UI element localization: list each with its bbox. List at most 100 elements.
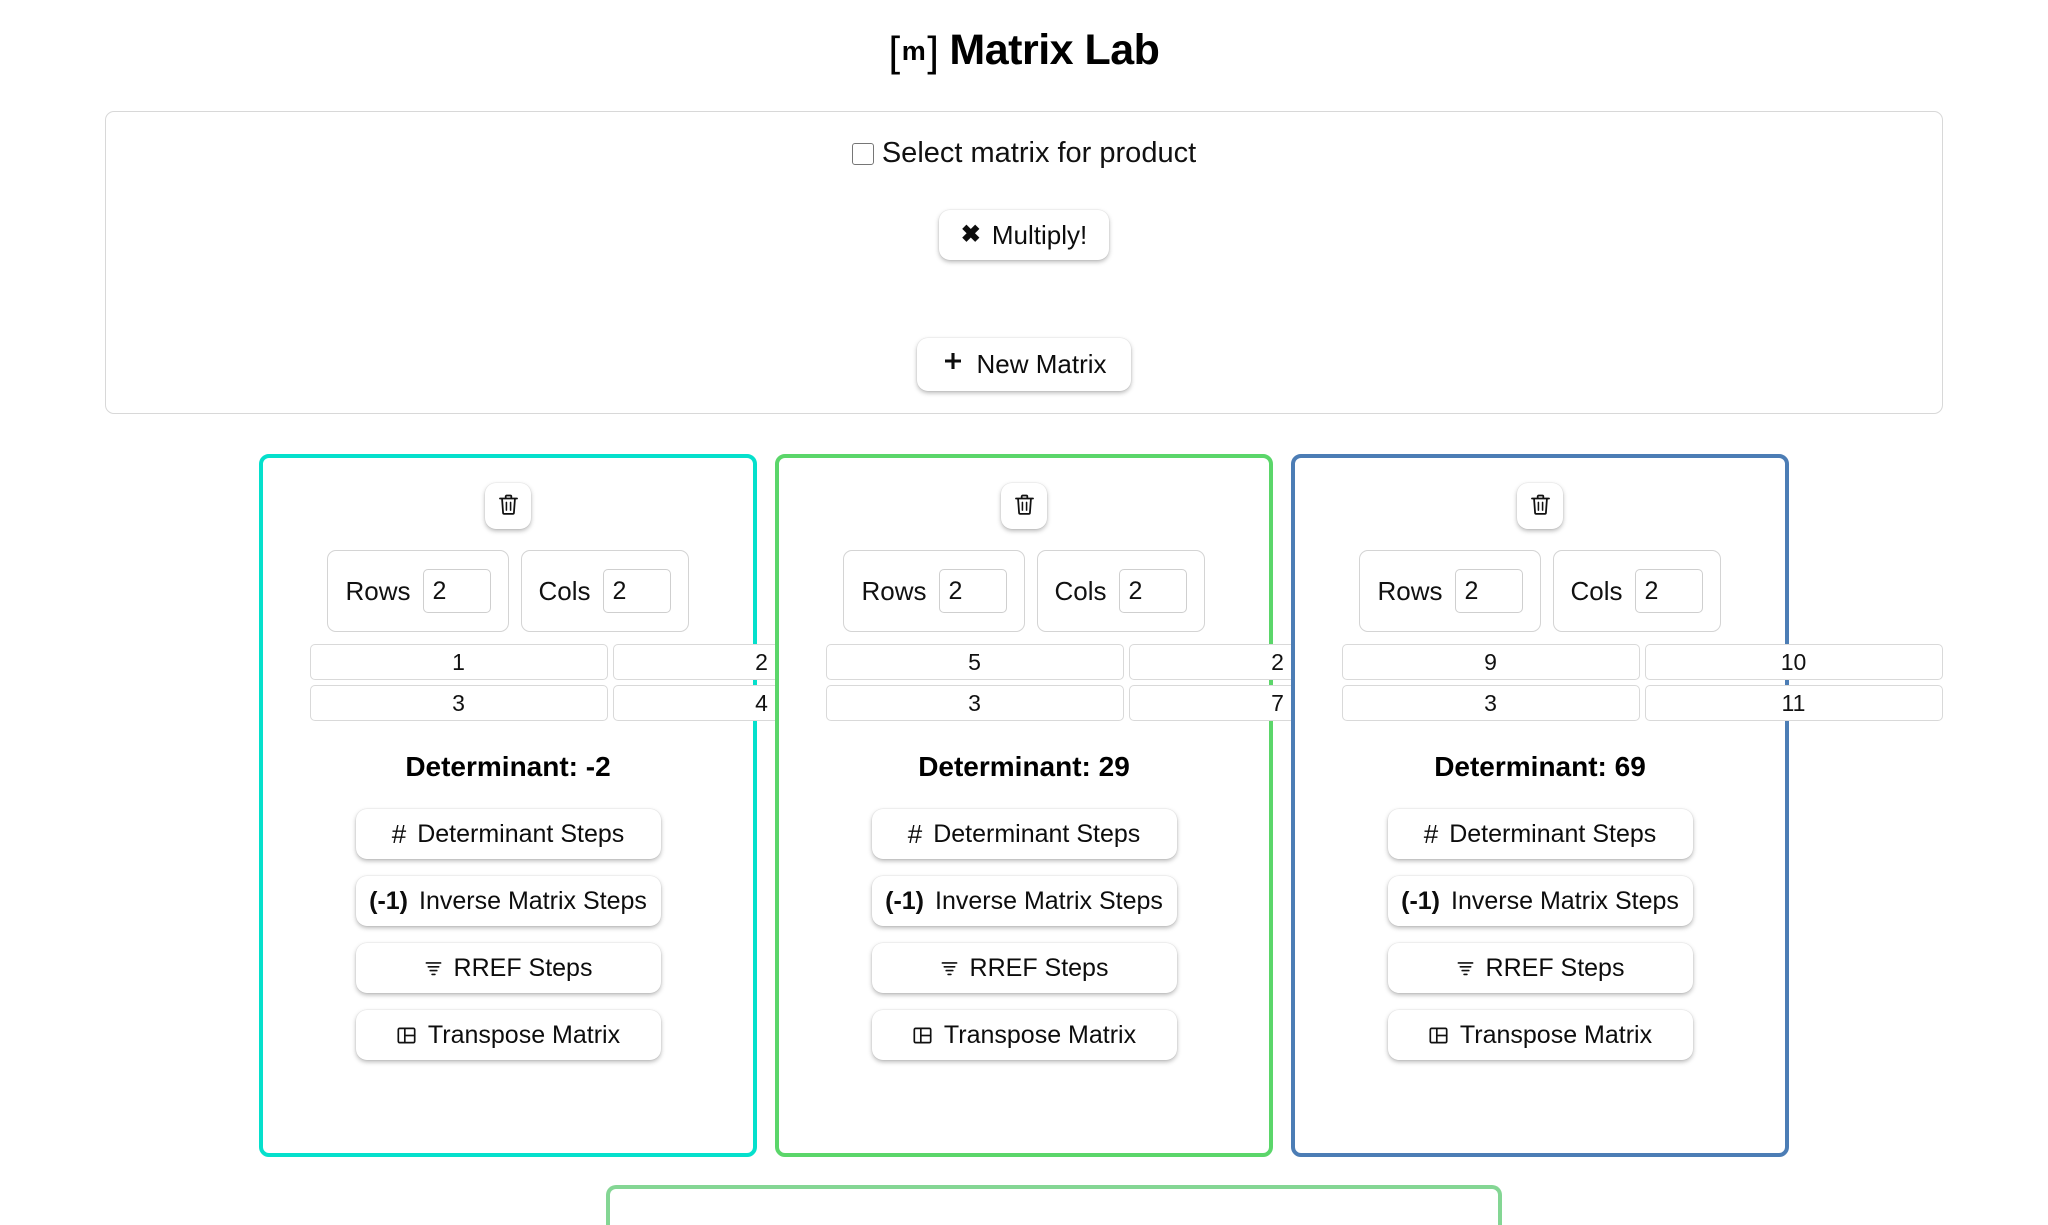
inverse-matrix-steps-label: Inverse Matrix Steps: [419, 886, 647, 915]
cols-control: Cols: [1036, 550, 1205, 632]
matrix-cell[interactable]: [309, 644, 608, 680]
rows-input[interactable]: [422, 569, 491, 613]
matrix-card: Rows Cols Determinant: 29 # Determinant …: [775, 454, 1427, 1157]
rref-steps-button[interactable]: RREF Steps: [1387, 943, 1693, 993]
matrix-cell[interactable]: [825, 644, 1124, 680]
control-panel: Select matrix for product ✖ Multiply! Ne…: [105, 111, 1943, 414]
delete-row: [263, 483, 753, 529]
inverse-matrix-steps-button[interactable]: (-1) Inverse Matrix Steps: [355, 876, 661, 926]
cols-label: Cols: [1570, 575, 1623, 606]
multiply-row: ✖ Multiply!: [106, 168, 1942, 260]
hash-icon: #: [391, 819, 407, 849]
rows-input[interactable]: [1454, 569, 1523, 613]
select-matrix-checkbox[interactable]: [851, 142, 874, 165]
select-matrix-label: Select matrix for product: [881, 137, 1197, 169]
trash-icon: [1528, 492, 1553, 520]
matrix-value-grid: [309, 644, 911, 721]
logo-close-bracket: ]: [927, 27, 939, 75]
cols-label: Cols: [538, 575, 591, 606]
determinant-steps-button[interactable]: # Determinant Steps: [1387, 809, 1693, 859]
cols-control: Cols: [520, 550, 689, 632]
rref-steps-button[interactable]: RREF Steps: [355, 943, 661, 993]
matrix-logo-icon: [m]: [888, 27, 939, 75]
new-matrix-row: New Matrix: [106, 260, 1942, 391]
determinant-steps-label: Determinant Steps: [1449, 819, 1657, 848]
rows-label: Rows: [1377, 575, 1443, 606]
table-layout-icon: [396, 1025, 417, 1046]
determinant-steps-button[interactable]: # Determinant Steps: [355, 809, 661, 859]
rref-steps-button[interactable]: RREF Steps: [871, 943, 1177, 993]
logo-open-bracket: [: [888, 27, 901, 75]
multiply-button[interactable]: ✖ Multiply!: [938, 210, 1110, 260]
transpose-matrix-button[interactable]: Transpose Matrix: [1387, 1010, 1693, 1060]
operations-list: # Determinant Steps (-1) Inverse Matrix …: [1295, 809, 1785, 1060]
dimension-row: Rows Cols: [263, 550, 753, 632]
matrix-value-grid: [825, 644, 1427, 721]
delete-matrix-button[interactable]: [1517, 483, 1563, 529]
delete-matrix-button[interactable]: [485, 483, 531, 529]
determinant-steps-label: Determinant Steps: [417, 819, 625, 848]
hash-icon: #: [1423, 819, 1439, 849]
determinant-display: Determinant: 69: [1434, 751, 1646, 782]
matrix-card-partial: [606, 1185, 1502, 1225]
matrix-cell[interactable]: [1341, 644, 1640, 680]
rref-steps-label: RREF Steps: [969, 953, 1109, 982]
rows-label: Rows: [345, 575, 411, 606]
determinant-display: Determinant: -2: [405, 751, 611, 782]
align-lines-icon: [1456, 959, 1475, 978]
rref-steps-label: RREF Steps: [453, 953, 593, 982]
transpose-matrix-button[interactable]: Transpose Matrix: [871, 1010, 1177, 1060]
matrix-card: Rows Cols Determinant: 69 # Determinant …: [1291, 454, 1943, 1157]
matrix-cell[interactable]: [1341, 685, 1640, 721]
rows-input[interactable]: [938, 569, 1007, 613]
hash-icon: #: [907, 819, 923, 849]
rows-control: Rows: [843, 550, 1025, 632]
inverse-matrix-steps-button[interactable]: (-1) Inverse Matrix Steps: [1387, 876, 1693, 926]
dimension-row: Rows Cols: [1295, 550, 1785, 632]
trash-icon: [1012, 492, 1037, 520]
rows-control: Rows: [327, 550, 509, 632]
rref-steps-label: RREF Steps: [1485, 953, 1625, 982]
app-title-text: Matrix Lab: [949, 26, 1160, 74]
inverse-exponent-icon: (-1): [1401, 886, 1441, 915]
matrix-cell[interactable]: [1644, 644, 1943, 680]
cols-label: Cols: [1054, 575, 1107, 606]
matrix-value-grid: [1341, 644, 1943, 721]
matrix-cards-row: Rows Cols Determinant: -2 # Determinant …: [0, 454, 2048, 1157]
cols-input[interactable]: [602, 569, 671, 613]
delete-row: [779, 483, 1269, 529]
cols-input[interactable]: [1118, 569, 1187, 613]
inverse-exponent-icon: (-1): [885, 886, 925, 915]
delete-row: [1295, 483, 1785, 529]
table-layout-icon: [912, 1025, 933, 1046]
matrix-cell[interactable]: [1644, 685, 1943, 721]
inverse-exponent-icon: (-1): [369, 886, 409, 915]
inverse-matrix-steps-label: Inverse Matrix Steps: [1451, 886, 1679, 915]
delete-matrix-button[interactable]: [1001, 483, 1047, 529]
transpose-matrix-label: Transpose Matrix: [427, 1020, 621, 1049]
operations-list: # Determinant Steps (-1) Inverse Matrix …: [779, 809, 1269, 1060]
align-lines-icon: [424, 959, 443, 978]
new-matrix-button-label: New Matrix: [976, 349, 1107, 379]
matrix-cell[interactable]: [825, 685, 1124, 721]
multiply-button-label: Multiply!: [991, 219, 1088, 250]
select-matrix-row: Select matrix for product: [106, 112, 1942, 168]
logo-letter: m: [901, 36, 926, 66]
table-layout-icon: [1428, 1025, 1449, 1046]
determinant-display: Determinant: 29: [918, 751, 1130, 782]
plus-icon: [941, 349, 965, 379]
new-matrix-button[interactable]: New Matrix: [917, 338, 1131, 391]
dimension-row: Rows Cols: [779, 550, 1269, 632]
inverse-matrix-steps-label: Inverse Matrix Steps: [935, 886, 1163, 915]
rows-control: Rows: [1359, 550, 1541, 632]
matrix-card: Rows Cols Determinant: -2 # Determinant …: [259, 454, 911, 1157]
trash-icon: [496, 492, 521, 520]
determinant-steps-button[interactable]: # Determinant Steps: [871, 809, 1177, 859]
cols-control: Cols: [1552, 550, 1721, 632]
align-lines-icon: [940, 959, 959, 978]
inverse-matrix-steps-button[interactable]: (-1) Inverse Matrix Steps: [871, 876, 1177, 926]
transpose-matrix-button[interactable]: Transpose Matrix: [355, 1010, 661, 1060]
matrix-cell[interactable]: [309, 685, 608, 721]
cols-input[interactable]: [1634, 569, 1703, 613]
page-title: [m] Matrix Lab: [0, 0, 2048, 75]
